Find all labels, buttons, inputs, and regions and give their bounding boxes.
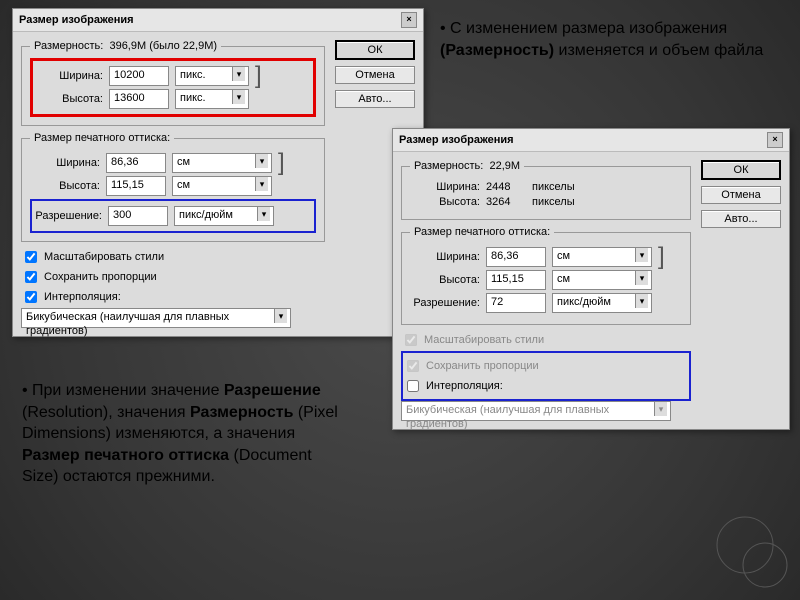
print-width-input[interactable]: 86,36 [486, 247, 546, 267]
keep-proportions-check[interactable]: Сохранить пропорции [21, 268, 325, 286]
link-icon: ] [658, 248, 665, 266]
print-height-label: Высота: [410, 274, 480, 286]
resolution-input[interactable]: 72 [486, 293, 546, 313]
resolution-unit[interactable]: пикс/дюйм [552, 293, 652, 313]
note-2: •При изменении значение Разрешение (Reso… [22, 380, 352, 488]
dialog-title: Размер изображения [19, 14, 134, 26]
print-height-input[interactable]: 115,15 [486, 270, 546, 290]
ok-button[interactable]: ОК [701, 160, 781, 180]
print-width-input[interactable]: 86,36 [106, 153, 166, 173]
pixel-dimensions-group: Размерность: 22,9M Ширина: 2448 пикселы … [401, 160, 691, 220]
width-label: Ширина: [33, 70, 103, 82]
print-height-unit[interactable]: см [172, 176, 272, 196]
resolution-label: Разрешение: [32, 210, 102, 222]
height-value: 3264 [486, 196, 526, 208]
red-highlight: Ширина: 10200 пикс. ] Высота: 13600 пикс… [30, 58, 316, 117]
interpolation-method-select[interactable]: Бикубическая (наилучшая для плавных град… [21, 308, 291, 328]
interpolation-check[interactable]: Интерполяция: [21, 288, 325, 306]
blue-highlight-2: Сохранить пропорции Интерполяция: [401, 351, 691, 401]
print-legend: Размер печатного оттиска: [410, 226, 554, 238]
auto-button[interactable]: Авто... [701, 210, 781, 228]
auto-button[interactable]: Авто... [335, 90, 415, 108]
pixel-dims-label: Размерность: [34, 40, 103, 52]
close-icon[interactable]: × [401, 12, 417, 28]
print-width-unit[interactable]: см [552, 247, 652, 267]
cancel-button[interactable]: Отмена [335, 66, 415, 84]
print-size-group: Размер печатного оттиска: Ширина: 86,36 … [21, 132, 325, 242]
resolution-label: Разрешение: [410, 297, 480, 309]
width-unit: пикселы [532, 181, 575, 193]
print-legend: Размер печатного оттиска: [30, 132, 174, 144]
image-size-dialog-2: Размер изображения × Размерность: 22,9M … [392, 128, 790, 430]
decorative-circles [710, 510, 790, 590]
note-1: •С изменением размера изображения (Разме… [440, 18, 780, 61]
ok-button[interactable]: ОК [335, 40, 415, 60]
interpolation-check[interactable]: Интерполяция: [403, 377, 689, 395]
link-icon: ] [278, 154, 285, 172]
print-height-unit[interactable]: см [552, 270, 652, 290]
pixel-dims-value: 396,9M (было 22,9M) [109, 40, 217, 52]
pixel-dims-value: 22,9M [489, 160, 520, 172]
image-size-dialog-1: Размер изображения × Размерность: 396,9M… [12, 8, 424, 337]
width-label: Ширина: [410, 181, 480, 193]
print-width-unit[interactable]: см [172, 153, 272, 173]
print-height-input[interactable]: 115,15 [106, 176, 166, 196]
height-unit-select[interactable]: пикс. [175, 89, 249, 109]
pixel-dimensions-group: Размерность: 396,9M (было 22,9M) Ширина:… [21, 40, 325, 126]
print-width-label: Ширина: [410, 251, 480, 263]
width-input[interactable]: 10200 [109, 66, 169, 86]
blue-highlight: Разрешение: 300 пикс/дюйм [30, 199, 316, 233]
scale-styles-check: Масштабировать стили [401, 331, 691, 349]
height-input[interactable]: 13600 [109, 89, 169, 109]
link-icon: ] [255, 67, 262, 85]
print-size-group: Размер печатного оттиска: Ширина: 86,36 … [401, 226, 691, 325]
resolution-unit[interactable]: пикс/дюйм [174, 206, 274, 226]
keep-proportions-check: Сохранить пропорции [403, 357, 689, 375]
interpolation-method-select: Бикубическая (наилучшая для плавных град… [401, 401, 671, 421]
dialog-title: Размер изображения [399, 134, 514, 146]
scale-styles-check[interactable]: Масштабировать стили [21, 248, 325, 266]
width-value: 2448 [486, 181, 526, 193]
close-icon[interactable]: × [767, 132, 783, 148]
height-unit: пикселы [532, 196, 575, 208]
height-label: Высота: [33, 93, 103, 105]
width-unit-select[interactable]: пикс. [175, 66, 249, 86]
pixel-dims-label: Размерность: [414, 160, 483, 172]
height-label: Высота: [410, 196, 480, 208]
cancel-button[interactable]: Отмена [701, 186, 781, 204]
print-height-label: Высота: [30, 180, 100, 192]
print-width-label: Ширина: [30, 157, 100, 169]
resolution-input[interactable]: 300 [108, 206, 168, 226]
